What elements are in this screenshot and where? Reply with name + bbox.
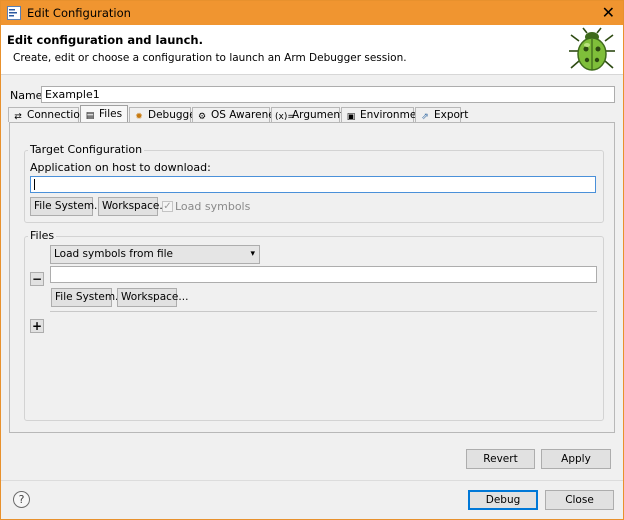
- footer-divider: [1, 480, 623, 481]
- tab-os-awareness[interactable]: ⚙ OS Awareness: [192, 107, 286, 122]
- export-icon: ⇗: [421, 112, 429, 122]
- chevron-down-icon: ▾: [250, 249, 255, 259]
- environment-icon: ▣: [346, 112, 356, 122]
- debug-button[interactable]: Debug: [468, 490, 538, 510]
- files-separator: [50, 311, 597, 312]
- banner-title: Edit configuration and launch.: [7, 33, 203, 47]
- connection-icon: ⇄: [14, 112, 22, 122]
- tab-connection[interactable]: ⇄ Connection: [8, 107, 86, 122]
- window-title: Edit Configuration: [27, 6, 131, 20]
- files-icon: ▤: [85, 111, 95, 121]
- application-label: Application on host to download:: [30, 161, 211, 174]
- dialog-banner: Edit configuration and launch. Create, e…: [1, 25, 623, 75]
- load-symbols-label: Load symbols: [175, 200, 251, 213]
- add-file-button[interactable]: +: [30, 319, 44, 333]
- tab-files[interactable]: ▤ Files: [80, 105, 128, 123]
- load-symbols-checkbox[interactable]: ✓: [162, 201, 173, 212]
- name-field[interactable]: [41, 86, 615, 103]
- files-tab-panel: Target Configuration Application on host…: [9, 122, 615, 433]
- revert-button[interactable]: Revert: [466, 449, 535, 469]
- os-awareness-icon: ⚙: [197, 112, 207, 122]
- remove-file-button[interactable]: −: [30, 272, 44, 286]
- bug-icon: [569, 27, 615, 71]
- files-workspace-button[interactable]: Workspace...: [117, 288, 188, 307]
- apply-button[interactable]: Apply: [541, 449, 611, 469]
- files-group-label: Files: [28, 229, 57, 242]
- help-icon[interactable]: ?: [13, 491, 30, 508]
- edit-configuration-dialog: Edit Configuration ✕ Edit configuration …: [0, 0, 624, 520]
- symbols-source-value: Load symbols from file: [54, 248, 174, 260]
- symbols-file-input[interactable]: [50, 266, 597, 283]
- banner-subtitle: Create, edit or choose a configuration t…: [13, 52, 407, 64]
- target-file-system-button[interactable]: File System...: [30, 197, 104, 216]
- arguments-icon: (x)=: [275, 112, 295, 122]
- application-path-input[interactable]: [30, 176, 596, 193]
- tab-debugger[interactable]: ✹ Debugger: [129, 107, 200, 122]
- close-button[interactable]: Close: [545, 490, 614, 510]
- debugger-icon: ✹: [135, 112, 143, 122]
- tab-environment[interactable]: ▣ Environment: [341, 107, 427, 122]
- symbols-source-select[interactable]: Load symbols from file ▾: [50, 245, 260, 264]
- title-bar: Edit Configuration ✕: [1, 1, 623, 25]
- files-file-system-button[interactable]: File System...: [51, 288, 125, 307]
- close-icon[interactable]: ✕: [602, 3, 615, 23]
- text-caret: [34, 179, 35, 190]
- target-configuration-label: Target Configuration: [28, 143, 145, 156]
- target-workspace-button[interactable]: Workspace...: [98, 197, 169, 216]
- tab-export[interactable]: ⇗ Export: [415, 107, 468, 122]
- tab-arguments[interactable]: (x)=Arguments: [271, 107, 350, 122]
- app-icon: [7, 6, 21, 20]
